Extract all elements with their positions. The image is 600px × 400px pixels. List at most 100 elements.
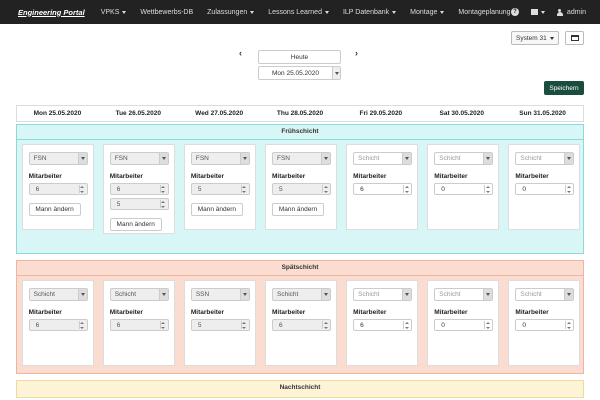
change-man-button[interactable]: Mann ändern: [190, 203, 243, 216]
mitarbeiter-label: Mitarbeiter: [109, 309, 143, 316]
shift-day-card: Schicht Mitarbeiter 0: [427, 280, 500, 366]
nav-item-label: Wettbewerbs-DB: [140, 8, 194, 16]
team-select-value: Schicht: [358, 155, 380, 162]
day-header-cell: Thu 28.05.2020: [276, 110, 324, 117]
shift-panel: Spätschicht Schicht Mitarbeiter 6 Schicht Mit…: [16, 260, 584, 374]
shift-day-card: FSN Mitarbeiter 5 Mann ändern: [183, 144, 256, 230]
team-select: Schicht: [109, 288, 169, 301]
team-select-value: Schicht: [439, 155, 461, 162]
team-select[interactable]: Schicht: [434, 152, 494, 165]
stepper-icon[interactable]: [565, 185, 571, 193]
day-header-cell: Sun 31.05.2020: [519, 110, 566, 117]
team-select-value: Schicht: [277, 291, 299, 298]
mitarbeiter-count-input[interactable]: 0: [515, 319, 575, 331]
mitarbeiter-count-input: 6: [272, 319, 331, 331]
team-select: SSN: [190, 288, 250, 301]
printer-icon: [570, 35, 579, 41]
stepper-icon[interactable]: [403, 185, 409, 193]
stepper-icon: [240, 321, 247, 329]
mitarbeiter-label: Mitarbeiter: [28, 173, 62, 180]
chevron-down-icon: [483, 153, 493, 164]
mitarbeiter-count-input[interactable]: 0: [515, 183, 575, 195]
date-select[interactable]: Mon 25.05.2020: [258, 66, 341, 80]
nav-menu: VPKS Wettbewerbs-DB Zulassungen Lessons Lea…: [101, 9, 525, 16]
team-select[interactable]: Schicht: [353, 152, 413, 165]
team-select-value: FSN: [114, 155, 128, 162]
print-button[interactable]: [565, 31, 584, 45]
team-select: Schicht: [28, 288, 88, 301]
team-select[interactable]: Schicht: [515, 288, 575, 301]
user-menu[interactable]: admin: [556, 8, 586, 16]
day-header-cell: Sat 30.05.2020: [439, 110, 484, 117]
shift-title: Nachtschicht: [279, 384, 321, 391]
nav-item-zulassungen[interactable]: Zulassungen: [207, 9, 255, 16]
mitarbeiter-count-input[interactable]: 0: [434, 183, 494, 195]
nav-item-label: ILP Datenbank: [342, 8, 390, 16]
nav-item-ilp-datenbank[interactable]: ILP Datenbank: [342, 8, 397, 16]
prev-week-arrow[interactable]: ‹: [239, 48, 242, 58]
shift-title: Frühschicht: [17, 125, 583, 140]
system-select[interactable]: System 31: [511, 31, 559, 45]
chevron-down-icon: [239, 289, 249, 300]
shift-day-card: Schicht Mitarbeiter 6: [21, 280, 94, 366]
mitarbeiter-count-value: 0: [441, 321, 445, 329]
mitarbeiter-count-value: 0: [522, 185, 527, 193]
chevron-down-icon: [77, 153, 87, 164]
team-select-value: FSN: [277, 155, 290, 162]
stepper-icon: [322, 321, 328, 329]
chevron-down-icon: [321, 289, 330, 300]
change-man-button[interactable]: Mann ändern: [109, 218, 162, 231]
mitarbeiter-count-input[interactable]: 6: [353, 319, 413, 331]
stepper-icon[interactable]: [484, 321, 490, 329]
brand-logo[interactable]: Engineering Portal: [18, 8, 85, 17]
team-select-value: Schicht: [520, 291, 542, 298]
chevron-down-icon: [321, 153, 330, 164]
team-select: FSN: [28, 152, 88, 165]
chevron-down-icon: [332, 67, 340, 79]
team-select[interactable]: Schicht: [353, 288, 413, 301]
nav-item-lessons-learned[interactable]: Lessons Learned: [268, 9, 329, 16]
stepper-icon[interactable]: [403, 321, 409, 329]
chevron-down-icon: [158, 289, 168, 300]
mitarbeiter-count-value: 5: [197, 185, 202, 193]
mitarbeiter-label: Mitarbeiter: [190, 173, 225, 180]
team-select: FSN: [272, 152, 331, 165]
chevron-down-icon: [239, 153, 249, 164]
mitarbeiter-label: Mitarbeiter: [28, 309, 62, 316]
stepper-icon: [78, 321, 85, 329]
today-button[interactable]: Heute: [258, 50, 341, 64]
change-man-button[interactable]: Mann ändern: [28, 203, 81, 216]
mitarbeiter-count-input: 6: [109, 183, 169, 195]
mitarbeiter-label: Mitarbeiter: [353, 173, 387, 180]
nav-item-wettbewerbs-db[interactable]: Wettbewerbs-DB: [140, 9, 193, 16]
mitarbeiter-count-input[interactable]: 6: [353, 183, 413, 195]
stepper-icon[interactable]: [484, 185, 490, 193]
chevron-down-icon: [324, 10, 329, 14]
chevron-down-icon: [122, 10, 127, 14]
mitarbeiter-count-value: 6: [116, 321, 121, 329]
navbar-right: ? admin: [499, 0, 586, 24]
nav-item-label: VPKS: [100, 8, 120, 16]
shift-panel: Frühschicht FSN Mitarbeiter 6 Mann ändern FSN…: [16, 124, 584, 254]
mitarbeiter-count-input[interactable]: 0: [434, 319, 494, 331]
next-week-arrow[interactable]: ›: [355, 48, 358, 58]
change-man-button[interactable]: Mann ändern: [272, 203, 324, 216]
mitarbeiter-count-value: 6: [279, 321, 283, 329]
save-button[interactable]: Speichern: [544, 81, 584, 95]
mitarbeiter-label: Mitarbeiter: [109, 173, 143, 180]
team-select: FSN: [190, 152, 250, 165]
stepper-icon: [240, 185, 247, 193]
nav-item-vpks[interactable]: VPKS: [101, 9, 127, 16]
day-header-cell: Fri 29.05.2020: [359, 110, 403, 117]
team-select[interactable]: Schicht: [515, 152, 575, 165]
chevron-down-icon: [564, 153, 574, 164]
language-menu[interactable]: [530, 9, 545, 15]
mitarbeiter-count-input: 6: [28, 319, 88, 331]
team-select[interactable]: Schicht: [434, 288, 494, 301]
nav-item-montage[interactable]: Montage: [410, 9, 445, 16]
mitarbeiter-label: Mitarbeiter: [434, 309, 468, 316]
stepper-icon[interactable]: [565, 321, 571, 329]
mitarbeiter-count-value: 5: [197, 321, 202, 329]
help-button[interactable]: ?: [510, 8, 519, 16]
mitarbeiter-count-input: 5: [190, 183, 250, 195]
